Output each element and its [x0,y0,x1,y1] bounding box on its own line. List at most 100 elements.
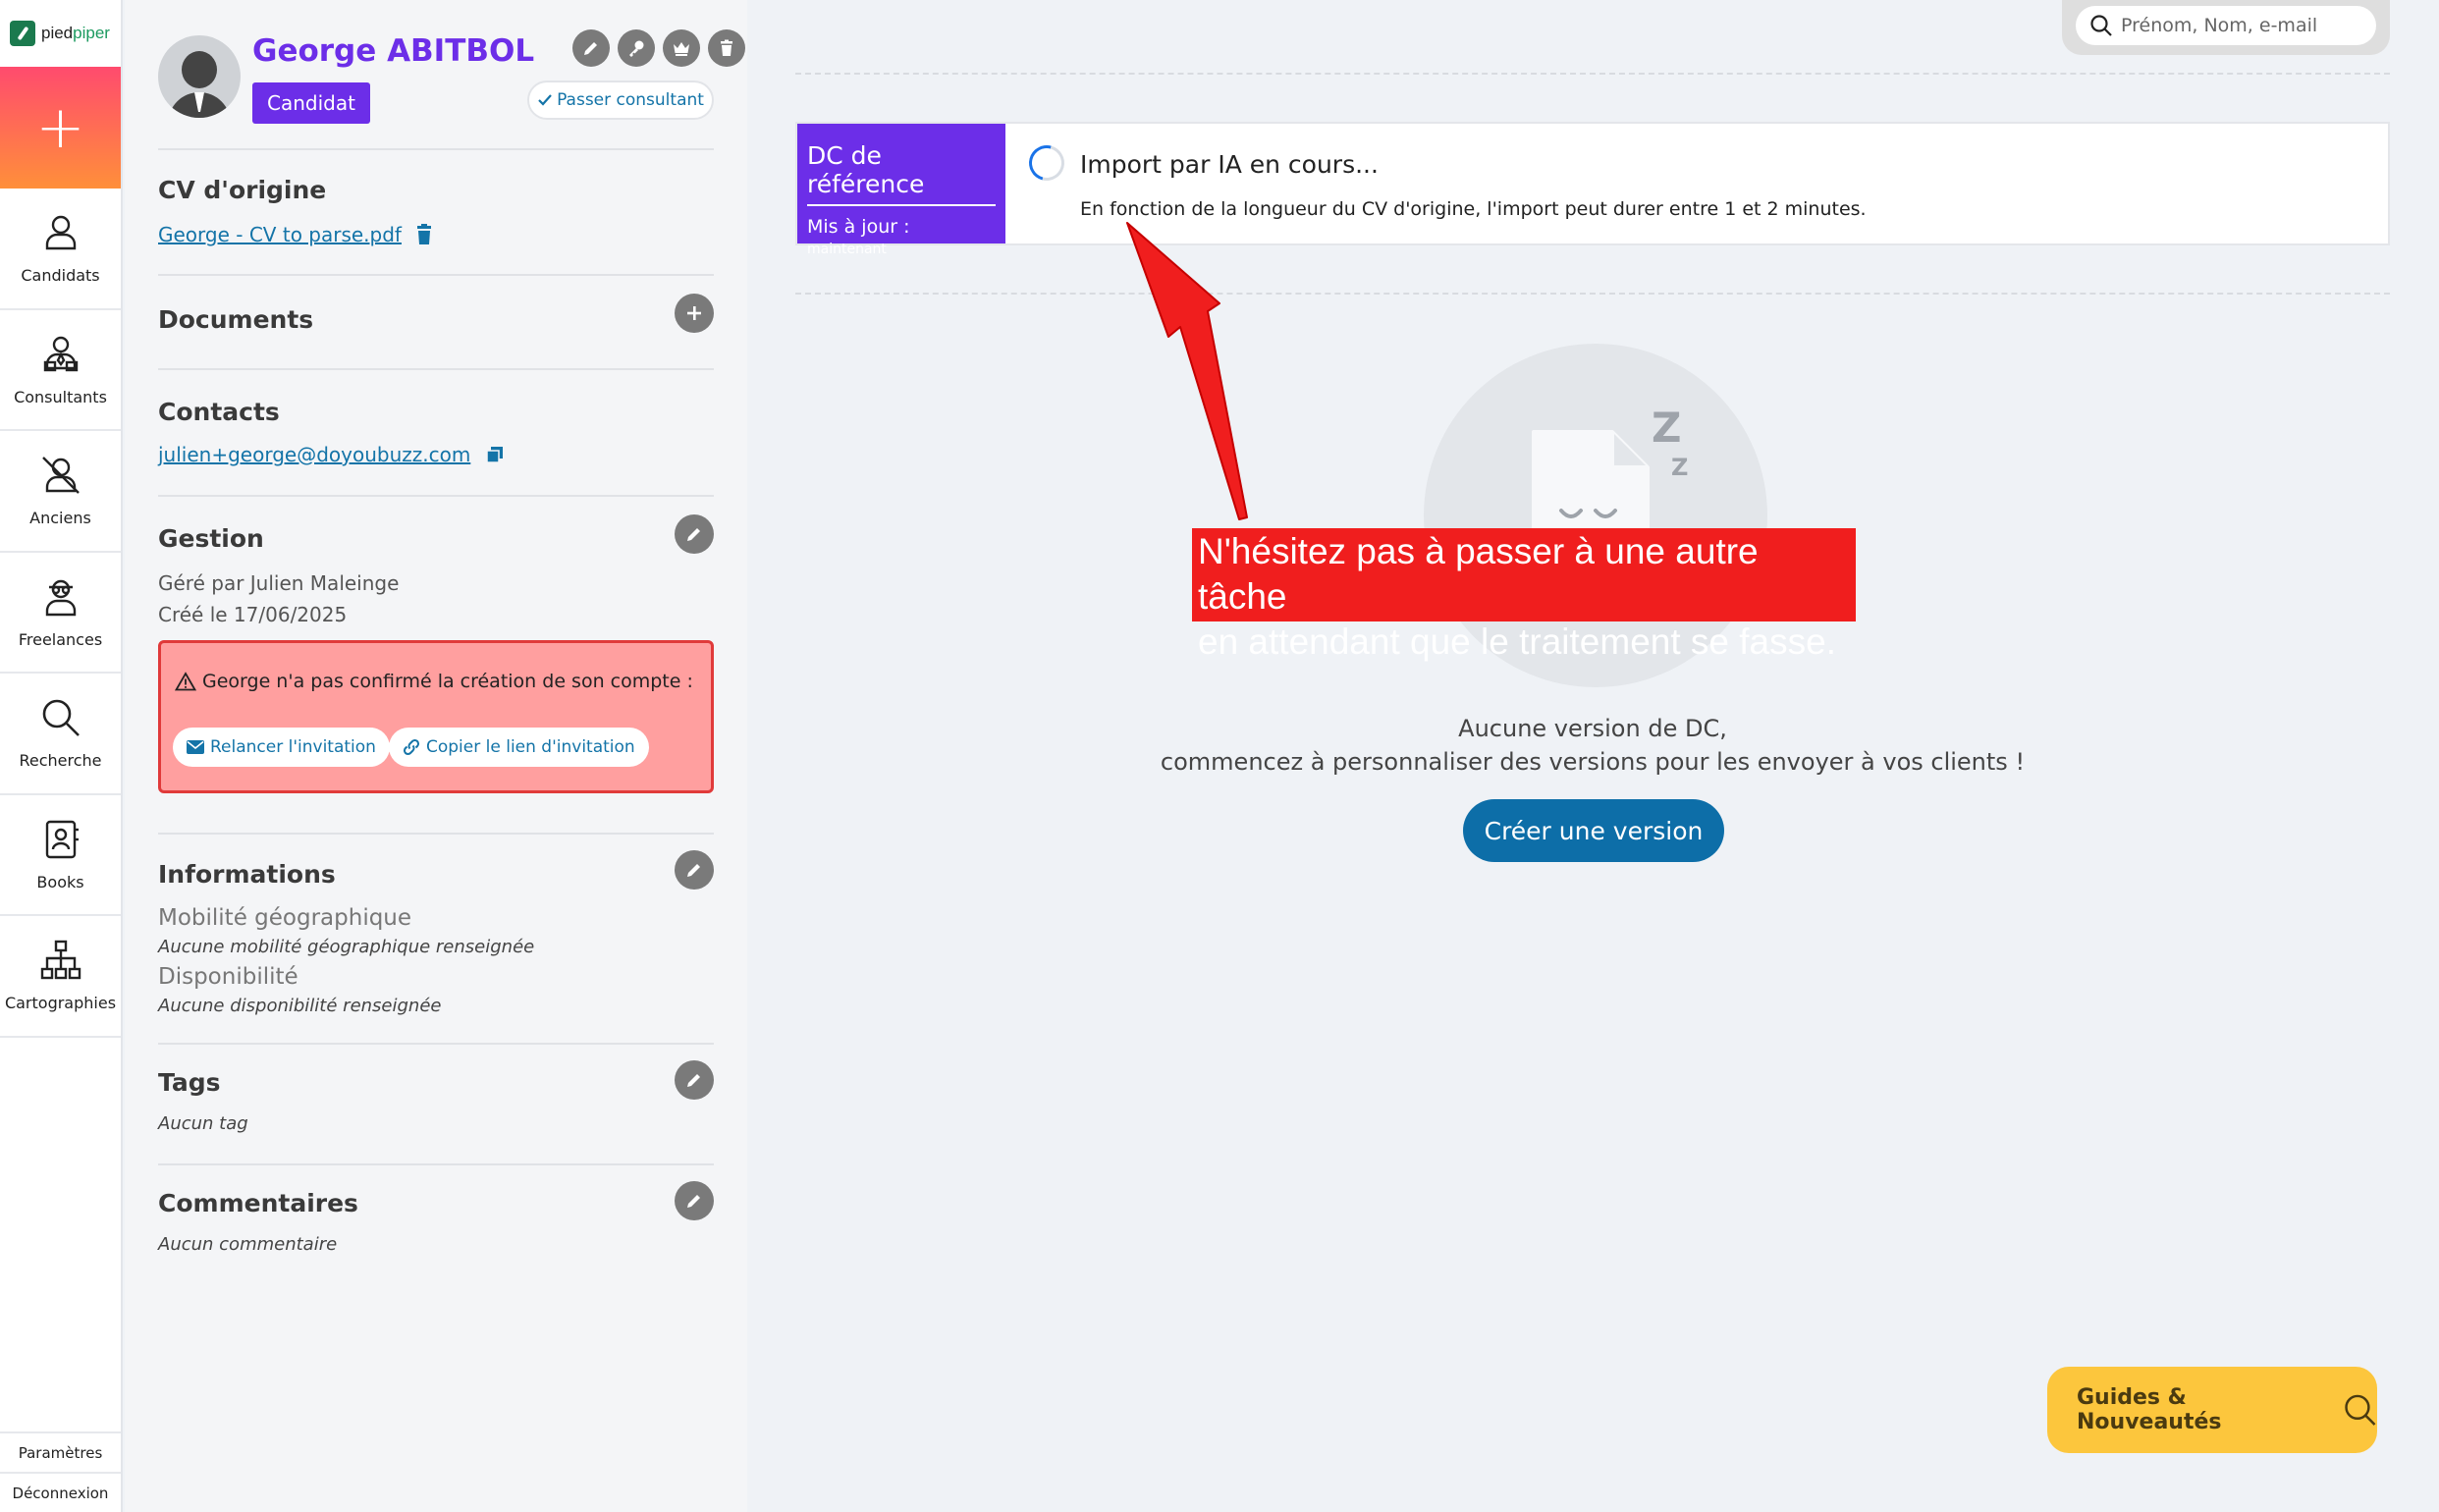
availability-label: Disponibilité [158,964,298,990]
key-icon [629,40,644,57]
edit-informations-button[interactable] [675,850,714,890]
zz-text: Z [1652,404,1681,452]
nav-label: Anciens [29,509,91,528]
edit-tags-button[interactable] [675,1060,714,1100]
copy-icon[interactable] [486,446,504,463]
nav-item-recherche[interactable]: Recherche [0,674,121,795]
search-box [2076,6,2376,45]
empty-state-line-1: Aucune version de DC, [1458,715,1727,742]
plus-icon: + [35,93,85,162]
pencil-icon [687,1195,700,1208]
check-icon [538,94,552,106]
consultant-icon [43,336,78,371]
import-status-description: En fonction de la longueur du CV d'origi… [1080,198,1867,220]
premium-button[interactable] [663,29,700,67]
access-key-button[interactable] [618,29,655,67]
app-logo[interactable]: piedpiper [0,0,121,67]
logo-text-1: pied [41,24,74,42]
avatar [158,35,241,118]
settings-link[interactable]: Paramètres [0,1431,121,1472]
add-document-button[interactable] [675,294,714,333]
edit-profile-button[interactable] [572,29,610,67]
mobility-label: Mobilité géographique [158,905,412,931]
section-title: Tags [158,1068,221,1097]
mobility-value: Aucune mobilité géographique renseignée [158,937,535,957]
copy-link-label: Copier le lien d'invitation [426,737,635,757]
switch-to-consultant-button[interactable]: Passer consultant [527,81,714,120]
nav-item-anciens[interactable]: Anciens [0,431,121,553]
search-bar-container [2062,0,2390,55]
trash-icon[interactable] [415,224,433,245]
pencil-icon [687,864,700,877]
resend-invitation-button[interactable]: Relancer l'invitation [173,728,390,767]
dc-tab-title: DC de référence [807,141,996,206]
logo-mark-icon [10,21,35,46]
reference-dc-card: DC de référence Mis à jour : maintenant … [795,122,2390,257]
profile-header: George ABITBOL Candidat Passer consultan… [158,0,745,150]
contacts-section: Contacts julien+george@doyoubuzz.com [158,370,714,497]
divider [795,73,2390,75]
annotation-line-2: en attendant que le traitement se fasse. [1198,621,1836,662]
documents-section: Documents [158,276,714,370]
nav-item-cartographies[interactable]: Cartographies [0,916,121,1038]
divider [795,293,2390,295]
section-title: CV d'origine [158,176,327,204]
guides-news-button[interactable]: Guides & Nouveautés [2047,1367,2377,1453]
availability-value: Aucune disponibilité renseignée [158,996,442,1016]
user-icon [45,216,76,250]
resend-label: Relancer l'invitation [210,737,376,757]
empty-state-line-2: commencez à personnaliser des versions p… [1160,748,2026,776]
section-title: Commentaires [158,1189,358,1217]
alert-message: George n'a pas confirmé la création de s… [202,671,693,692]
add-button[interactable]: + [0,67,121,189]
comments-value: Aucun commentaire [158,1234,338,1255]
nav-label: Cartographies [4,994,117,1013]
reference-dc-tab[interactable]: DC de référence Mis à jour : maintenant [797,124,1005,257]
pencil-icon [584,42,597,55]
link-icon [403,738,420,756]
search-input[interactable] [2121,15,2366,36]
trash-icon [721,39,732,56]
nav-label: Books [36,872,84,891]
nav-item-consultants[interactable]: Consultants [0,310,121,431]
section-title: Contacts [158,398,280,426]
empty-state-message: Aucune version de DC, commencez à person… [795,712,2390,779]
nav-label: Candidats [21,266,100,286]
search-icon [42,699,80,737]
section-title: Informations [158,860,336,889]
edit-gestion-button[interactable] [675,514,714,554]
search-icon [2345,1394,2376,1426]
nav-item-freelances[interactable]: Freelances [0,553,121,674]
logout-link[interactable]: Déconnexion [0,1472,121,1512]
create-version-button[interactable]: Créer une version [1463,799,1724,862]
envelope-icon [187,740,204,754]
created-date-text: Créé le 17/06/2025 [158,603,348,626]
warning-icon [175,672,196,691]
plus-icon [687,306,701,320]
section-title: Gestion [158,524,264,553]
search-icon [2090,15,2112,36]
z-text: Z [1671,454,1688,481]
comments-section: Commentaires Aucun commentaire [158,1165,714,1283]
nav-item-candidats[interactable]: Candidats [0,189,121,310]
guides-label: Guides & Nouveautés [2077,1385,2222,1434]
annotation-line-1: N'hésitez pas à passer à une autre tâche [1198,531,1759,617]
cv-section: CV d'origine George - CV to parse.pdf [158,150,714,276]
candidate-name: George ABITBOL [252,33,535,69]
email-link[interactable]: julien+george@doyoubuzz.com [158,443,470,466]
dc-updated-value: maintenant [807,242,887,257]
logo-text-2: piper [73,24,110,42]
edit-comments-button[interactable] [675,1181,714,1220]
nav-item-books[interactable]: Books [0,795,121,916]
tags-section: Tags Aucun tag [158,1045,714,1165]
crown-icon [674,42,689,56]
account-confirmation-alert: George n'a pas confirmé la création de s… [158,640,714,793]
informations-section: Informations Mobilité géographique Aucun… [158,835,714,1045]
section-title: Documents [158,305,314,334]
delete-profile-button[interactable] [708,29,745,67]
cv-file-link[interactable]: George - CV to parse.pdf [158,223,402,246]
copy-invitation-link-button[interactable]: Copier le lien d'invitation [389,728,649,767]
dc-updated-label: Mis à jour : [807,216,910,238]
former-user-icon [41,457,80,495]
nav-label: Consultants [14,387,107,406]
